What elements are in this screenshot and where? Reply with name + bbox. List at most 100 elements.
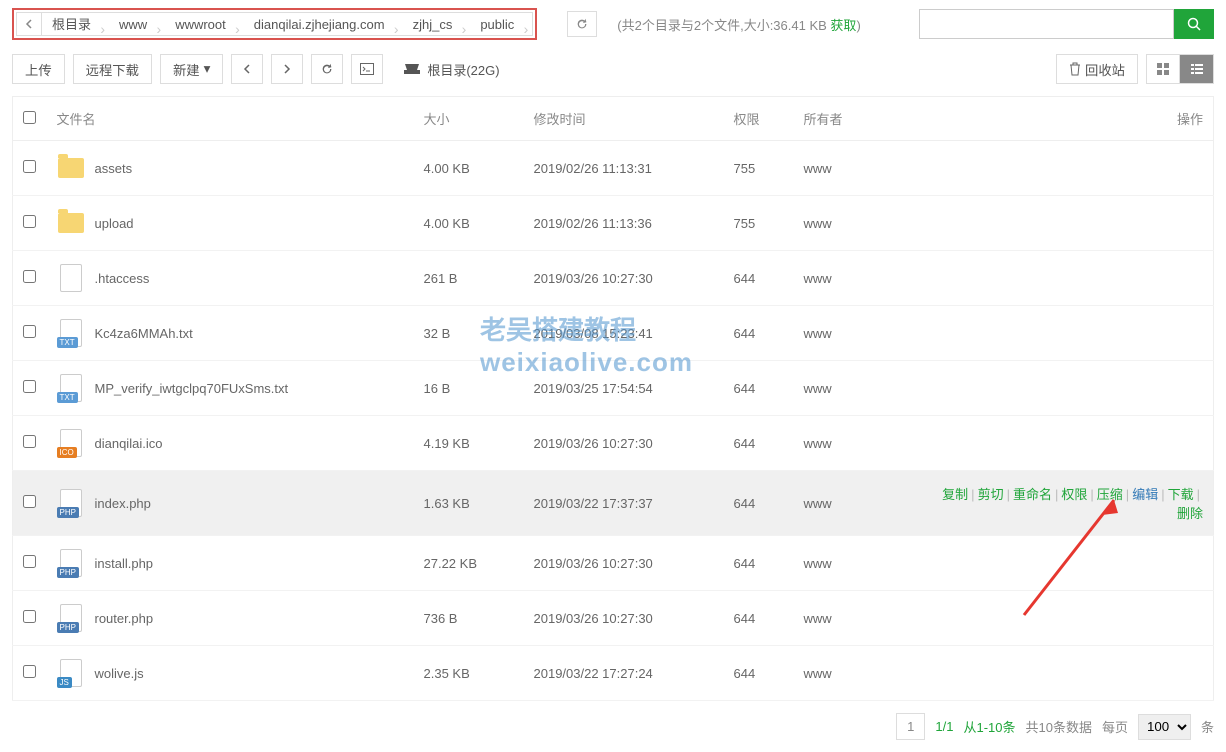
row-actions bbox=[914, 361, 1214, 416]
recycle-bin-button[interactable]: 回收站 bbox=[1056, 54, 1138, 84]
page-number[interactable]: 1 bbox=[896, 713, 925, 740]
search-button[interactable] bbox=[1174, 9, 1214, 39]
action-copy[interactable]: 复制 bbox=[942, 487, 968, 502]
file-name[interactable]: dianqilai.ico bbox=[95, 436, 163, 451]
upload-button[interactable]: 上传 bbox=[12, 54, 65, 84]
row-checkbox[interactable] bbox=[23, 325, 36, 338]
file-name[interactable]: MP_verify_iwtgclpq70FUxSms.txt bbox=[95, 381, 289, 396]
acquire-link[interactable]: 获取 bbox=[830, 18, 856, 33]
cell-size: 4.00 KB bbox=[414, 196, 524, 251]
row-checkbox[interactable] bbox=[23, 435, 36, 448]
nav-back-button[interactable] bbox=[231, 54, 263, 84]
action-edit[interactable]: 编辑 bbox=[1132, 487, 1158, 502]
cell-owner: www bbox=[794, 536, 914, 591]
cell-perm: 644 bbox=[724, 306, 794, 361]
file-name[interactable]: assets bbox=[95, 161, 133, 176]
cell-perm: 755 bbox=[724, 196, 794, 251]
folder-icon bbox=[58, 213, 84, 233]
breadcrumb-item[interactable]: dianqilai.zjhejiang.com› bbox=[244, 12, 404, 36]
row-actions bbox=[914, 646, 1214, 701]
breadcrumb-item[interactable]: public› bbox=[470, 12, 533, 36]
cell-owner: www bbox=[794, 306, 914, 361]
row-actions bbox=[914, 591, 1214, 646]
file-icon bbox=[60, 549, 82, 577]
action-delete[interactable]: 删除 bbox=[1177, 506, 1203, 521]
remote-download-button[interactable]: 远程下载 bbox=[73, 54, 152, 84]
col-mtime[interactable]: 修改时间 bbox=[524, 97, 724, 141]
cell-mtime: 2019/03/26 10:27:30 bbox=[524, 416, 724, 471]
table-row[interactable]: install.php27.22 KB2019/03/26 10:27:3064… bbox=[13, 536, 1214, 591]
breadcrumb-item[interactable]: www› bbox=[109, 12, 166, 36]
col-perm[interactable]: 权限 bbox=[724, 97, 794, 141]
row-checkbox[interactable] bbox=[23, 380, 36, 393]
file-name[interactable]: Kc4za6MMAh.txt bbox=[95, 326, 193, 341]
file-name[interactable]: wolive.js bbox=[95, 666, 144, 681]
cell-perm: 644 bbox=[724, 251, 794, 306]
col-size[interactable]: 大小 bbox=[414, 97, 524, 141]
file-name[interactable]: install.php bbox=[95, 556, 154, 571]
action-rename[interactable]: 重命名 bbox=[1013, 487, 1052, 502]
chevron-right-icon: › bbox=[394, 17, 399, 41]
cell-size: 27.22 KB bbox=[414, 536, 524, 591]
row-checkbox[interactable] bbox=[23, 555, 36, 568]
breadcrumb-item[interactable]: zjhj_cs› bbox=[403, 12, 472, 36]
cell-mtime: 2019/03/25 17:54:54 bbox=[524, 361, 724, 416]
nav-forward-button[interactable] bbox=[271, 54, 303, 84]
view-grid-button[interactable] bbox=[1146, 54, 1180, 84]
breadcrumb-back-button[interactable] bbox=[16, 12, 42, 36]
row-checkbox[interactable] bbox=[23, 610, 36, 623]
file-name[interactable]: router.php bbox=[95, 611, 154, 626]
action-cut[interactable]: 剪切 bbox=[978, 487, 1004, 502]
cell-perm: 644 bbox=[724, 591, 794, 646]
action-zip[interactable]: 压缩 bbox=[1097, 487, 1123, 502]
col-owner[interactable]: 所有者 bbox=[794, 97, 914, 141]
table-row[interactable]: MP_verify_iwtgclpq70FUxSms.txt16 B2019/0… bbox=[13, 361, 1214, 416]
row-checkbox[interactable] bbox=[23, 160, 36, 173]
chevron-right-icon: › bbox=[235, 17, 240, 41]
action-download[interactable]: 下载 bbox=[1168, 487, 1194, 502]
file-name[interactable]: upload bbox=[95, 216, 134, 231]
cell-mtime: 2019/03/08 15:23:41 bbox=[524, 306, 724, 361]
cell-size: 4.00 KB bbox=[414, 141, 524, 196]
row-actions bbox=[914, 306, 1214, 361]
terminal-button[interactable] bbox=[351, 54, 383, 84]
table-row[interactable]: wolive.js2.35 KB2019/03/22 17:27:24644ww… bbox=[13, 646, 1214, 701]
toolbar-refresh-button[interactable] bbox=[311, 54, 343, 84]
view-list-button[interactable] bbox=[1180, 54, 1214, 84]
cell-mtime: 2019/03/26 10:27:30 bbox=[524, 591, 724, 646]
cell-size: 736 B bbox=[414, 591, 524, 646]
breadcrumb-item[interactable]: wwwroot› bbox=[165, 12, 245, 36]
per-page-select[interactable]: 100 bbox=[1138, 714, 1191, 740]
file-name[interactable]: .htaccess bbox=[95, 271, 150, 286]
table-row[interactable]: dianqilai.ico4.19 KB2019/03/26 10:27:306… bbox=[13, 416, 1214, 471]
breadcrumb: 根目录›www›wwwroot›dianqilai.zjhejiang.com›… bbox=[12, 8, 537, 40]
file-icon bbox=[60, 429, 82, 457]
table-row[interactable]: .htaccess261 B2019/03/26 10:27:30644www bbox=[13, 251, 1214, 306]
table-row[interactable]: upload4.00 KB2019/02/26 11:13:36755www bbox=[13, 196, 1214, 251]
create-button[interactable]: 新建 ▾ bbox=[160, 54, 223, 84]
chevron-right-icon: › bbox=[100, 17, 105, 41]
refresh-button[interactable] bbox=[567, 11, 597, 37]
cell-mtime: 2019/03/26 10:27:30 bbox=[524, 536, 724, 591]
table-row[interactable]: router.php736 B2019/03/26 10:27:30644www bbox=[13, 591, 1214, 646]
row-checkbox[interactable] bbox=[23, 215, 36, 228]
cell-owner: www bbox=[794, 361, 914, 416]
table-row[interactable]: index.php1.63 KB2019/03/22 17:37:37644ww… bbox=[13, 471, 1214, 536]
row-checkbox[interactable] bbox=[23, 495, 36, 508]
page-total-count: 共10条数据 bbox=[1026, 717, 1092, 736]
breadcrumb-item[interactable]: 根目录› bbox=[42, 12, 110, 36]
row-checkbox[interactable] bbox=[23, 270, 36, 283]
file-name[interactable]: index.php bbox=[95, 496, 151, 511]
cell-owner: www bbox=[794, 416, 914, 471]
table-row[interactable]: assets4.00 KB2019/02/26 11:13:31755www bbox=[13, 141, 1214, 196]
select-all-checkbox[interactable] bbox=[23, 111, 36, 124]
action-perm[interactable]: 权限 bbox=[1061, 487, 1087, 502]
search-input[interactable] bbox=[919, 9, 1174, 39]
table-row[interactable]: Kc4za6MMAh.txt32 B2019/03/08 15:23:41644… bbox=[13, 306, 1214, 361]
cell-owner: www bbox=[794, 646, 914, 701]
row-actions bbox=[914, 536, 1214, 591]
col-name[interactable]: 文件名 bbox=[47, 97, 414, 141]
chevron-right-icon: › bbox=[157, 17, 162, 41]
row-checkbox[interactable] bbox=[23, 665, 36, 678]
cell-size: 1.63 KB bbox=[414, 471, 524, 536]
